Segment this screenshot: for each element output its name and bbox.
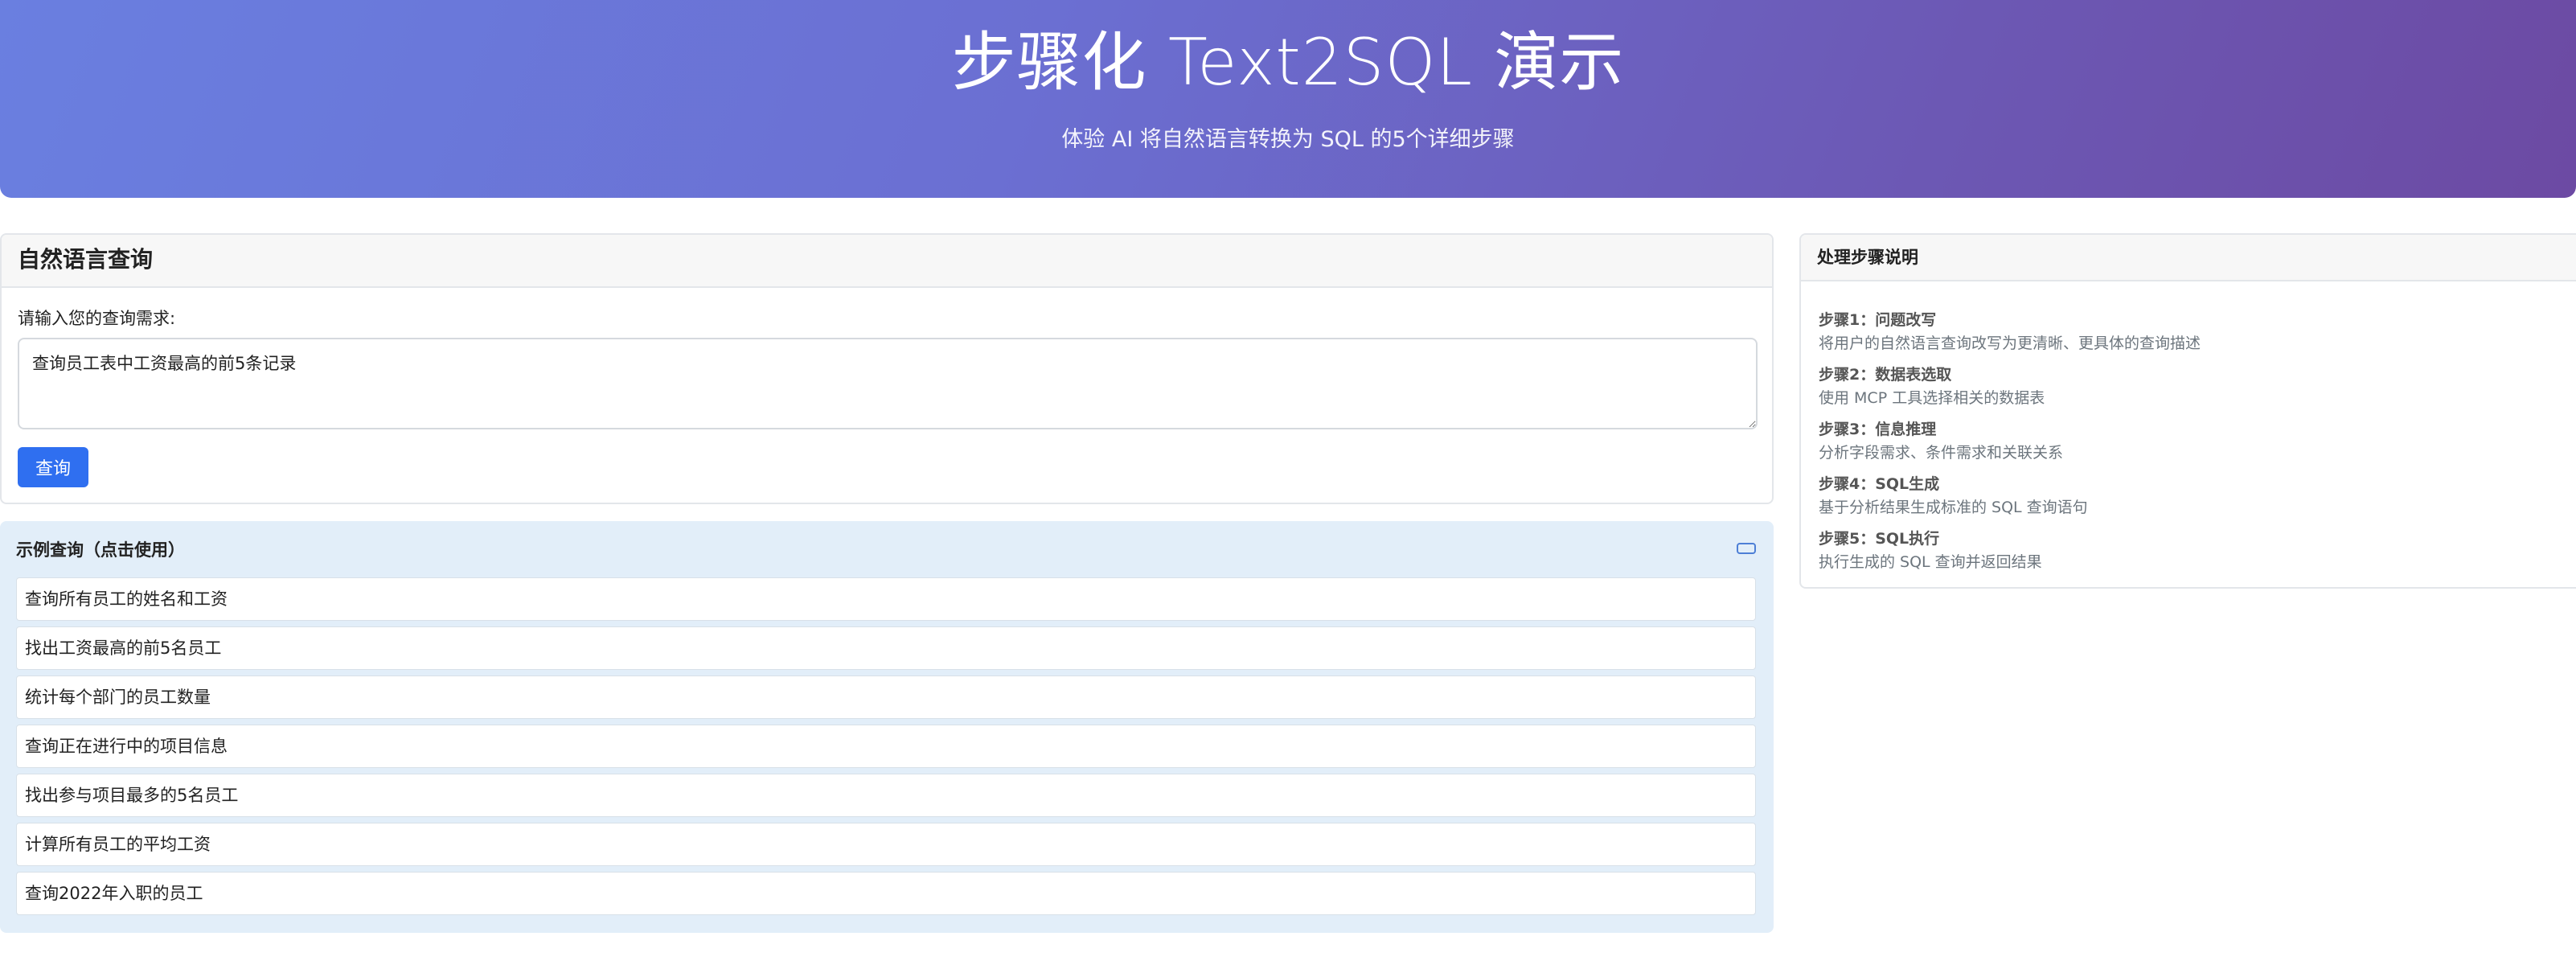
step-title: 步骤2：数据表选取 (1819, 366, 1952, 384)
example-query-item[interactable]: 找出工资最高的前5名员工 (16, 626, 1756, 670)
collapse-toggle-icon[interactable] (1737, 543, 1756, 554)
step-description: 执行生成的 SQL 查询并返回结果 (1819, 553, 2042, 571)
example-query-item[interactable]: 统计每个部门的员工数量 (16, 676, 1756, 719)
step-item: 步骤2：数据表选取 使用 MCP 工具选择相关的数据表 (1819, 363, 2542, 418)
step-title: 步骤4：SQL生成 (1819, 475, 1940, 493)
example-list: 查询所有员工的姓名和工资 找出工资最高的前5名员工 统计每个部门的员工数量 查询… (16, 577, 1756, 921)
example-query-item[interactable]: 查询2022年入职的员工 (16, 872, 1756, 915)
step-list: 步骤1：问题改写 将用户的自然语言查询改写为更清晰、更具体的查询描述 步骤2：数… (1819, 309, 2542, 582)
step-title: 步骤1：问题改写 (1819, 311, 1937, 329)
query-input-label: 请输入您的查询需求: (18, 309, 176, 328)
step-title: 步骤3：信息推理 (1819, 421, 1937, 438)
examples-title: 示例查询（点击使用） (16, 540, 185, 560)
page-subtitle: 体验 AI 将自然语言转换为 SQL 的5个详细步骤 (1061, 127, 1515, 152)
step-description: 使用 MCP 工具选择相关的数据表 (1819, 389, 2045, 407)
step-description: 将用户的自然语言查询改写为更清晰、更具体的查询描述 (1819, 335, 2201, 352)
step-description: 基于分析结果生成标准的 SQL 查询语句 (1819, 499, 2088, 516)
step-item: 步骤3：信息推理 分析字段需求、条件需求和关联关系 (1819, 418, 2542, 473)
example-query-item[interactable]: 找出参与项目最多的5名员工 (16, 774, 1756, 817)
hero-header: 步骤化 Text2SQL 演示 体验 AI 将自然语言转换为 SQL 的5个详细… (0, 0, 2576, 198)
example-query-item[interactable]: 查询所有员工的姓名和工资 (16, 577, 1756, 621)
page-title: 步骤化 Text2SQL 演示 (951, 25, 1625, 100)
query-card-title: 自然语言查询 (2, 235, 1772, 288)
step-item: 步骤1：问题改写 将用户的自然语言查询改写为更清晰、更具体的查询描述 (1819, 309, 2542, 363)
step-description: 分析字段需求、条件需求和关联关系 (1819, 444, 2064, 462)
example-query-item[interactable]: 计算所有员工的平均工资 (16, 823, 1756, 866)
step-title: 步骤5：SQL执行 (1819, 530, 1940, 548)
query-card: 自然语言查询 请输入您的查询需求: 查询员工表中工资最高的前5条记录 查询 (0, 233, 1774, 504)
query-input[interactable]: 查询员工表中工资最高的前5条记录 (18, 338, 1758, 429)
steps-card-title: 处理步骤说明 (1801, 235, 2576, 281)
example-query-item[interactable]: 查询正在进行中的项目信息 (16, 725, 1756, 768)
step-item: 步骤5：SQL执行 执行生成的 SQL 查询并返回结果 (1819, 528, 2542, 582)
examples-panel: 示例查询（点击使用） 查询所有员工的姓名和工资 找出工资最高的前5名员工 统计每… (0, 521, 1774, 933)
steps-card: 处理步骤说明 步骤1：问题改写 将用户的自然语言查询改写为更清晰、更具体的查询描… (1799, 233, 2576, 589)
query-button[interactable]: 查询 (18, 447, 88, 487)
step-item: 步骤4：SQL生成 基于分析结果生成标准的 SQL 查询语句 (1819, 473, 2542, 528)
